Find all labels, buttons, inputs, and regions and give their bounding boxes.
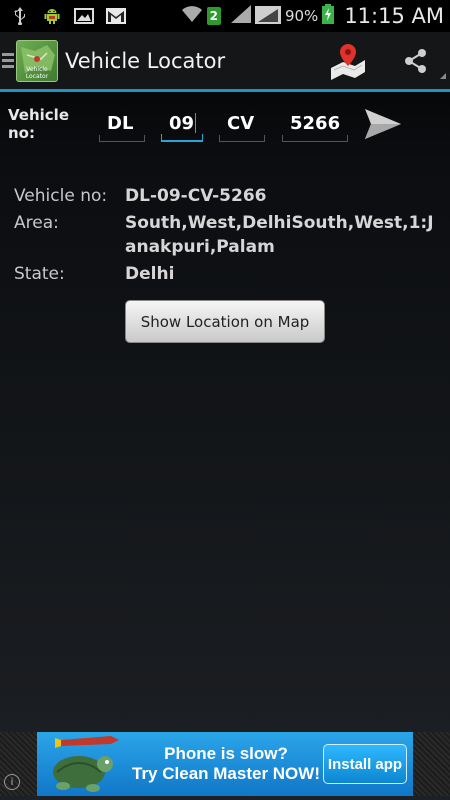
status-clock: 11:15 AM <box>344 4 444 28</box>
ad-subline: Try Clean Master NOW! <box>132 764 320 783</box>
send-button[interactable] <box>362 104 404 144</box>
area-value: South,West,DelhiSouth,West,1:Janakpuri,P… <box>125 213 434 257</box>
state-code-value: DL <box>107 113 134 134</box>
overflow-corner-indicator <box>440 72 446 79</box>
ad-banner[interactable]: Phone is slow? Try Clean Master NOW! Ins… <box>37 732 413 796</box>
detail-row-vehicle-no: Vehicle no: DL-09-CV-5266 <box>14 184 444 208</box>
ad-text: Phone is slow? Try Clean Master NOW! <box>129 744 323 784</box>
map-pin-button[interactable] <box>328 41 368 81</box>
page-title: Vehicle Locator <box>65 48 226 73</box>
gmail-icon <box>106 7 126 25</box>
signal-icon <box>230 5 251 27</box>
drawer-menu-icon[interactable] <box>2 53 14 68</box>
district-code-field[interactable]: 09 <box>161 106 203 142</box>
vehicle-number-input-row: Vehicle no: DL 09 CV 5266 <box>0 100 450 148</box>
battery-percent: 90% <box>284 7 319 25</box>
detail-row-state: State: Delhi <box>14 262 444 286</box>
android-debug-icon <box>42 7 62 25</box>
app-logo-icon[interactable]: Vehicle Locator <box>16 39 58 82</box>
wifi-icon <box>181 5 203 27</box>
ad-headline: Phone is slow? <box>164 744 288 763</box>
text-caret <box>195 113 197 133</box>
status-bar: 2 90% 11:15 AM <box>0 0 450 32</box>
area-label: Area: <box>14 213 59 233</box>
notification-count-badge: 2 <box>206 7 221 25</box>
number-value: 5266 <box>290 113 341 134</box>
share-button[interactable] <box>396 41 446 81</box>
state-value: Delhi <box>125 264 175 284</box>
vehicle-no-label: Vehicle no: <box>14 186 108 206</box>
share-icon <box>405 48 426 73</box>
battery-charging-icon <box>322 4 335 28</box>
app-icon-caption: Vehicle Locator <box>25 65 49 80</box>
turtle-rocket-icon <box>41 734 123 794</box>
district-code-value: 09 <box>169 112 195 134</box>
gallery-icon <box>74 7 94 25</box>
series-value: CV <box>227 113 255 134</box>
usb-icon <box>10 7 30 25</box>
send-icon <box>365 109 401 139</box>
series-field[interactable]: CV <box>219 106 265 142</box>
state-code-field[interactable]: DL <box>99 106 145 142</box>
vehicle-details: Vehicle no: DL-09-CV-5266 Area: South,We… <box>14 184 444 289</box>
number-field[interactable]: 5266 <box>282 106 348 142</box>
state-label: State: <box>14 264 65 284</box>
vehicle-no-input-label: Vehicle no: <box>8 106 69 142</box>
action-bar: Vehicle Locator Vehicle Locator <box>0 32 450 92</box>
detail-row-area: Area: South,West,DelhiSouth,West,1:Janak… <box>14 211 444 259</box>
ad-info-icon[interactable]: i <box>4 774 20 790</box>
signal-icon-secondary <box>254 4 281 28</box>
install-app-button[interactable]: Install app <box>323 744 407 784</box>
show-location-on-map-button[interactable]: Show Location on Map <box>125 300 325 343</box>
ad-bar: Phone is slow? Try Clean Master NOW! Ins… <box>0 732 450 796</box>
map-pin-icon <box>331 43 365 80</box>
vehicle-no-value: DL-09-CV-5266 <box>125 186 267 206</box>
